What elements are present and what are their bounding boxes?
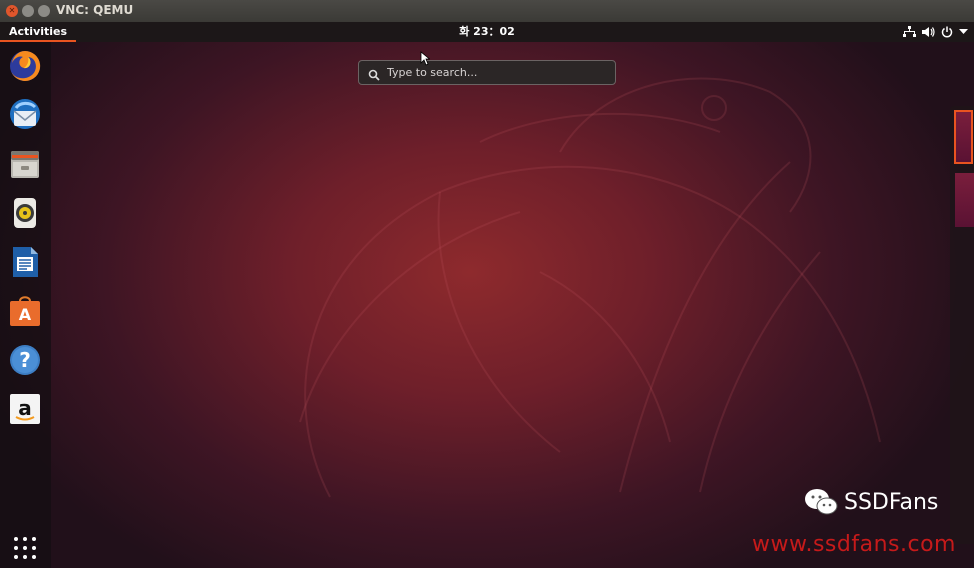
wechat-icon [805,489,838,515]
top-bar: Activities 화 23：02 [0,22,974,42]
svg-text:a: a [18,396,32,420]
app-grid-icon[interactable] [7,530,43,566]
power-icon[interactable] [941,26,953,38]
svg-text:A: A [19,305,32,324]
maximize-icon[interactable] [38,5,50,17]
search-box[interactable] [358,60,616,85]
workspace-thumbnail-2[interactable] [955,173,974,227]
watermark-logo: SSDFans [804,488,938,516]
minimize-icon[interactable] [22,5,34,17]
window-titlebar: ✕ VNC: QEMU [0,0,974,23]
chevron-down-icon[interactable] [959,29,968,35]
watermark-url: www.ssdfans.com [752,532,956,557]
rhythmbox-icon[interactable] [7,195,43,231]
volume-icon[interactable] [922,26,935,38]
close-icon[interactable]: ✕ [6,5,18,17]
network-icon[interactable] [903,26,916,38]
workspace-switcher [950,106,974,544]
firefox-icon[interactable] [7,48,43,84]
software-icon[interactable]: A [7,293,43,329]
clock[interactable]: 화 23：02 [459,22,515,42]
files-icon[interactable] [7,146,43,182]
search-icon [368,66,380,85]
workspace-thumbnail-1[interactable] [954,110,973,164]
desktop: Activities 화 23：02 A ? a Type to search.… [0,22,974,568]
mouse-cursor-icon [420,51,430,66]
amazon-icon[interactable]: a [7,391,43,427]
wallpaper-decoration [299,77,881,498]
help-icon[interactable]: ? [7,342,43,378]
watermark-name: SSDFans [844,489,939,515]
thunderbird-icon[interactable] [7,97,43,133]
window-title: VNC: QEMU [56,3,134,17]
search-input[interactable] [387,64,607,81]
svg-text:?: ? [19,348,31,372]
writer-icon[interactable] [7,244,43,280]
activities-button[interactable]: Activities [0,22,77,42]
system-status-area[interactable] [903,22,968,42]
dock: A ? a [0,42,51,568]
